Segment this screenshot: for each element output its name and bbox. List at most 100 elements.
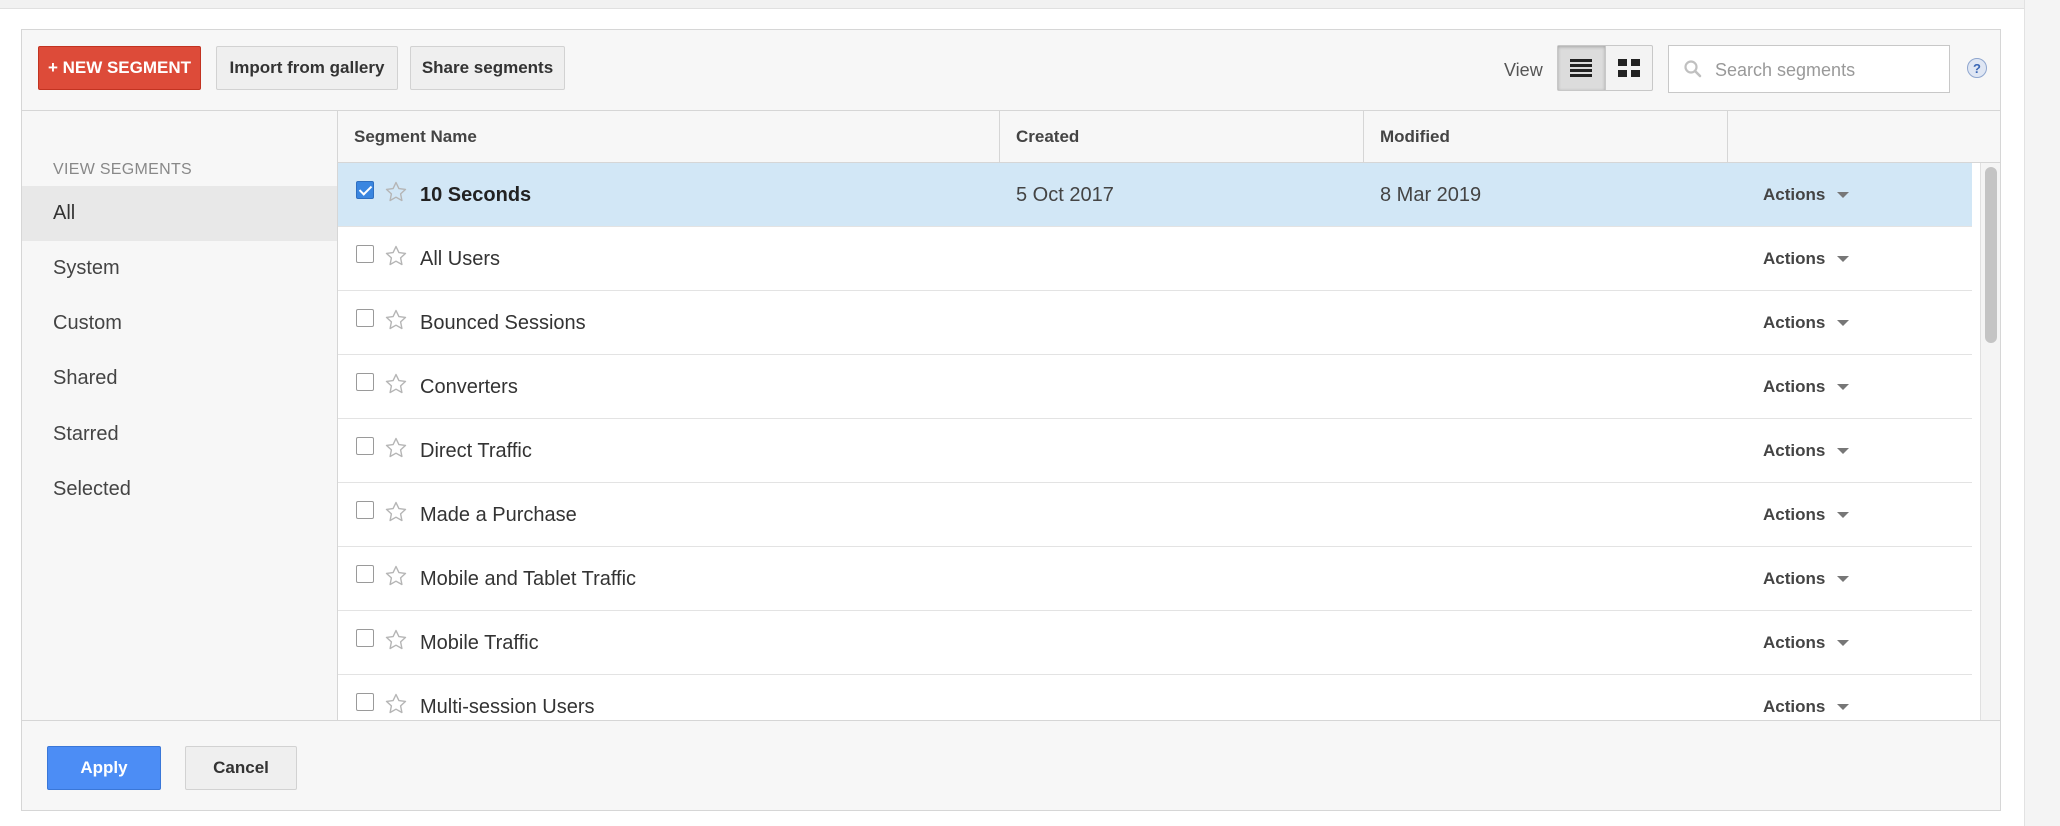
segment-name[interactable]: Mobile Traffic	[420, 611, 539, 675]
table-row[interactable]: Bounced Sessions Actions	[338, 291, 1972, 355]
share-segments-button[interactable]: Share segments	[410, 46, 565, 90]
star-outline-icon[interactable]	[384, 244, 408, 273]
segment-name[interactable]: Mobile and Tablet Traffic	[420, 547, 636, 611]
sidebar-heading: VIEW SEGMENTS	[53, 161, 193, 178]
row-checkbox[interactable]	[356, 309, 374, 327]
sidebar-item-custom[interactable]: Custom	[22, 296, 337, 351]
star-outline-icon[interactable]	[384, 372, 408, 401]
segment-picker-panel: + NEW SEGMENT Import from gallery Share …	[21, 29, 2001, 811]
actions-dropdown[interactable]: Actions	[1763, 675, 1850, 720]
search-icon	[1684, 60, 1702, 78]
actions-label: Actions	[1763, 249, 1826, 268]
table-row[interactable]: Mobile and Tablet Traffic Actions	[338, 547, 1972, 611]
column-header-created[interactable]: Created	[1000, 111, 1364, 162]
cancel-button[interactable]: Cancel	[185, 746, 297, 790]
segment-name[interactable]: Direct Traffic	[420, 419, 532, 483]
row-checkbox[interactable]	[356, 245, 374, 263]
actions-dropdown[interactable]: Actions	[1763, 547, 1850, 611]
caret-down-icon	[1837, 384, 1850, 390]
search-input[interactable]	[1713, 46, 1937, 94]
segments-table: Segment Name Created Modified 10 Seconds…	[338, 111, 2000, 720]
row-checkbox[interactable]	[356, 693, 374, 711]
table-body: 10 Seconds 5 Oct 2017 8 Mar 2019 Actions All…	[338, 163, 1972, 720]
view-label: View	[1504, 60, 1543, 80]
table-row[interactable]: Converters Actions	[338, 355, 1972, 419]
sidebar-item-system[interactable]: System	[22, 241, 337, 296]
table-row[interactable]: All Users Actions	[338, 227, 1972, 291]
segment-name[interactable]: Converters	[420, 355, 518, 419]
view-toggle	[1557, 45, 1653, 91]
new-segment-button[interactable]: + NEW SEGMENT	[38, 46, 201, 90]
window-edge	[2024, 0, 2060, 826]
row-checkbox[interactable]	[356, 629, 374, 647]
star-outline-icon[interactable]	[384, 180, 408, 209]
table-row[interactable]: 10 Seconds 5 Oct 2017 8 Mar 2019 Actions	[338, 163, 1972, 227]
actions-dropdown[interactable]: Actions	[1763, 355, 1850, 419]
actions-dropdown[interactable]: Actions	[1763, 483, 1850, 547]
grid-view-icon	[1617, 59, 1640, 77]
scrollbar-thumb[interactable]	[1985, 167, 1997, 343]
table-header: Segment Name Created Modified	[338, 111, 2000, 163]
table-row[interactable]: Multi-session Users Actions	[338, 675, 1972, 720]
actions-dropdown[interactable]: Actions	[1763, 611, 1850, 675]
sidebar: VIEW SEGMENTS All System Custom Shared S…	[22, 111, 338, 720]
actions-label: Actions	[1763, 185, 1826, 204]
row-checkbox[interactable]	[356, 437, 374, 455]
sidebar-item-selected[interactable]: Selected	[22, 462, 337, 517]
star-outline-icon[interactable]	[384, 436, 408, 465]
grid-view-button[interactable]	[1604, 46, 1652, 90]
caret-down-icon	[1837, 192, 1850, 198]
actions-dropdown[interactable]: Actions	[1763, 291, 1850, 355]
star-outline-icon[interactable]	[384, 308, 408, 337]
caret-down-icon	[1837, 512, 1850, 518]
table-row[interactable]: Made a Purchase Actions	[338, 483, 1972, 547]
sidebar-item-all[interactable]: All	[22, 186, 337, 241]
segment-name[interactable]: Bounced Sessions	[420, 291, 586, 355]
star-outline-icon[interactable]	[384, 628, 408, 657]
row-checkbox[interactable]	[356, 565, 374, 583]
top-band	[0, 0, 2060, 9]
table-row[interactable]: Direct Traffic Actions	[338, 419, 1972, 483]
column-header-actions	[1728, 111, 2000, 162]
caret-down-icon	[1837, 704, 1850, 710]
apply-button[interactable]: Apply	[47, 746, 161, 790]
segment-name[interactable]: Made a Purchase	[420, 483, 577, 547]
column-header-segment-name[interactable]: Segment Name	[338, 111, 1000, 162]
search-box	[1668, 45, 1950, 94]
toolbar: + NEW SEGMENT Import from gallery Share …	[22, 30, 2000, 111]
import-from-gallery-button[interactable]: Import from gallery	[216, 46, 398, 90]
modified-date: 8 Mar 2019	[1380, 183, 1482, 206]
caret-down-icon	[1837, 320, 1850, 326]
actions-dropdown[interactable]: Actions	[1763, 227, 1850, 291]
row-checkbox[interactable]	[356, 373, 374, 391]
table-row[interactable]: Mobile Traffic Actions	[338, 611, 1972, 675]
segment-name[interactable]: 10 Seconds	[420, 163, 531, 227]
segment-name[interactable]: Multi-session Users	[420, 675, 594, 720]
sidebar-item-shared[interactable]: Shared	[22, 351, 337, 406]
help-icon[interactable]: ?	[1967, 58, 1987, 78]
actions-label: Actions	[1763, 505, 1826, 524]
actions-label: Actions	[1763, 313, 1826, 332]
actions-dropdown[interactable]: Actions	[1763, 163, 1850, 227]
actions-label: Actions	[1763, 697, 1826, 716]
footer: Apply Cancel	[22, 720, 2000, 810]
star-outline-icon[interactable]	[384, 500, 408, 529]
actions-label: Actions	[1763, 377, 1826, 396]
caret-down-icon	[1837, 448, 1850, 454]
created-date: 5 Oct 2017	[1016, 183, 1114, 206]
row-checkbox[interactable]	[356, 501, 374, 519]
star-outline-icon[interactable]	[384, 692, 408, 720]
list-view-icon	[1570, 59, 1593, 77]
actions-dropdown[interactable]: Actions	[1763, 419, 1850, 483]
row-checkbox[interactable]	[356, 181, 374, 199]
star-outline-icon[interactable]	[384, 564, 408, 593]
list-view-button[interactable]	[1558, 46, 1605, 90]
actions-label: Actions	[1763, 569, 1826, 588]
column-header-modified[interactable]: Modified	[1364, 111, 1728, 162]
caret-down-icon	[1837, 640, 1850, 646]
caret-down-icon	[1837, 256, 1850, 262]
sidebar-item-starred[interactable]: Starred	[22, 407, 337, 462]
segment-name[interactable]: All Users	[420, 227, 500, 291]
caret-down-icon	[1837, 576, 1850, 582]
scrollbar[interactable]	[1980, 163, 2000, 720]
